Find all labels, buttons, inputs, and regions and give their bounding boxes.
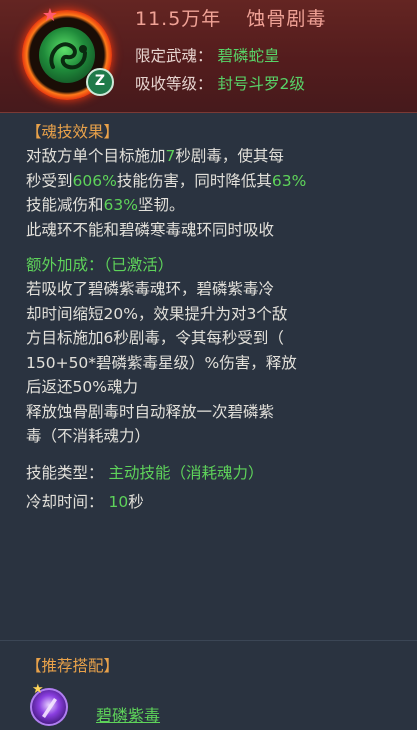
skill-years: 11.5万年 — [135, 8, 222, 30]
text-seg: 技能伤害，同时降低其 — [116, 171, 272, 190]
level-label: 吸收等级： — [135, 75, 213, 93]
effect-line-3: 技能减伤和63%坚韧。 — [26, 193, 406, 218]
cooldown-row: 冷却时间： 10秒 — [26, 490, 406, 514]
limit-row: 限定武魂： 碧磷蛇皇 — [135, 44, 279, 66]
skill-title: 11.5万年 蚀骨剧毒 — [135, 4, 326, 31]
skill-type-label: 技能类型： — [26, 463, 104, 482]
recommend-title: 【推荐搭配】 — [26, 657, 120, 675]
snake-badge-icon: Z — [86, 68, 114, 96]
text-seg: 秒剧毒，使其每 — [175, 147, 284, 165]
extra-line: 释放蚀骨剧毒时自动释放一次碧磷紫 — [26, 402, 275, 421]
cooldown-label: 冷却时间： — [26, 492, 104, 511]
damage-value: 606% — [72, 171, 117, 190]
skill-type-row: 技能类型： 主动技能（消耗魂力） — [26, 461, 406, 485]
effect-line-2: 秒受到606%技能伤害，同时降低其63% — [26, 169, 406, 194]
duration-value: 7 — [165, 147, 176, 165]
cooldown-unit: 秒 — [128, 492, 144, 511]
text-seg: 坚韧。 — [137, 196, 185, 214]
extra-line: 方目标施加6秒剧毒，令其每秒受到（ — [26, 329, 284, 347]
effect-title: 【魂技效果】 — [26, 123, 120, 141]
extra-line: 却时间缩短20%，效果提升为对3个敌 — [26, 304, 288, 323]
level-row: 吸收等级： 封号斗罗2级 — [135, 72, 305, 94]
skill-name: 蚀骨剧毒 — [246, 8, 327, 30]
extra-line: 毒（不消耗魂力） — [26, 427, 151, 445]
toughness-value: 63% — [103, 196, 138, 214]
level-value: 封号斗罗2级 — [217, 75, 305, 93]
reduction-value: 63% — [271, 171, 307, 190]
cooldown-number: 10 — [108, 492, 129, 511]
skill-header: ★ Z 11.5万年 蚀骨剧毒 限定武魂： 碧磷蛇皇 吸收等级： 封号斗罗2级 — [0, 0, 417, 113]
star-icon: ★ — [32, 682, 44, 697]
recommend-item-link[interactable]: 碧磷紫毒 — [96, 702, 160, 726]
star-icon: ★ — [41, 5, 59, 26]
extra-line: 后返还50%魂力 — [26, 378, 138, 396]
skill-type-value: 主动技能（消耗魂力） — [108, 463, 264, 482]
text-seg: 对敌方单个目标施加 — [26, 147, 166, 165]
skill-description: 【魂技效果】 对敌方单个目标施加7秒剧毒，使其每 秒受到606%技能伤害，同时降… — [26, 120, 406, 514]
extra-title: 额外加成：（已激活） — [26, 256, 174, 274]
text-seg: 秒受到 — [26, 171, 73, 190]
extra-line: 若吸收了碧磷紫毒魂环，碧磷紫毒冷 — [26, 280, 275, 298]
divider — [0, 640, 417, 641]
soul-ring-icon[interactable]: ★ Z — [20, 5, 116, 104]
effect-line-4: 此魂环不能和碧磷寒毒魂环同时吸收 — [26, 220, 275, 239]
limit-label: 限定武魂： — [135, 47, 213, 65]
extra-line: 150+50*碧磷紫毒星级）%伤害，释放 — [26, 353, 297, 372]
text-seg: 技能减伤和 — [26, 196, 104, 214]
limit-value: 碧磷蛇皇 — [217, 47, 280, 65]
effect-line-1: 对敌方单个目标施加7秒剧毒，使其每 — [26, 144, 406, 169]
